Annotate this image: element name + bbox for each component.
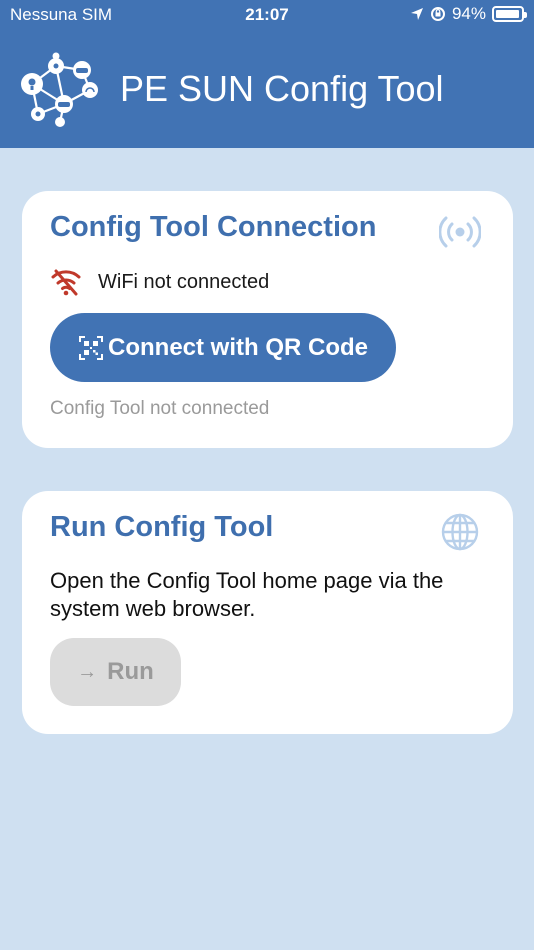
app-logo-icon bbox=[21, 52, 98, 127]
app-title: PE SUN Config Tool bbox=[120, 68, 444, 109]
battery-icon bbox=[492, 6, 527, 22]
status-bar: Nessuna SIM 21:07 94% bbox=[0, 0, 534, 30]
location-arrow-icon bbox=[410, 8, 423, 20]
status-indicators: 94% bbox=[410, 4, 527, 24]
connection-status-text: Config Tool not connected bbox=[50, 398, 270, 419]
qr-code-icon bbox=[79, 335, 103, 360]
battery-percent: 94% bbox=[451, 4, 486, 23]
connect-qr-button[interactable]: Connect with QR Code bbox=[50, 313, 396, 382]
app-header: Nessuna SIM 21:07 94% PE SUN Config Tool bbox=[0, 0, 534, 148]
run-label: Run bbox=[107, 658, 154, 685]
arrow-right-icon: → bbox=[77, 660, 98, 683]
run-button[interactable]: → Run bbox=[50, 638, 181, 706]
wifi-off-icon bbox=[51, 269, 81, 296]
broadcast-icon bbox=[439, 216, 481, 248]
wifi-status-text: WiFi not connected bbox=[98, 270, 270, 293]
run-card: Run Config Tool Open the Config Tool hom… bbox=[22, 491, 513, 734]
connection-card-title: Config Tool Connection bbox=[50, 211, 377, 243]
connect-qr-label: Connect with QR Code bbox=[108, 333, 368, 361]
globe-icon bbox=[441, 513, 479, 551]
run-description: Open the Config Tool home page via the s… bbox=[50, 568, 444, 621]
run-card-title: Run Config Tool bbox=[50, 511, 274, 543]
connection-card: Config Tool Connection WiFi not connecte… bbox=[22, 191, 513, 448]
rotation-lock-icon bbox=[430, 7, 445, 21]
wifi-status-row: WiFi not connected bbox=[50, 267, 269, 297]
battery-level bbox=[496, 10, 519, 18]
